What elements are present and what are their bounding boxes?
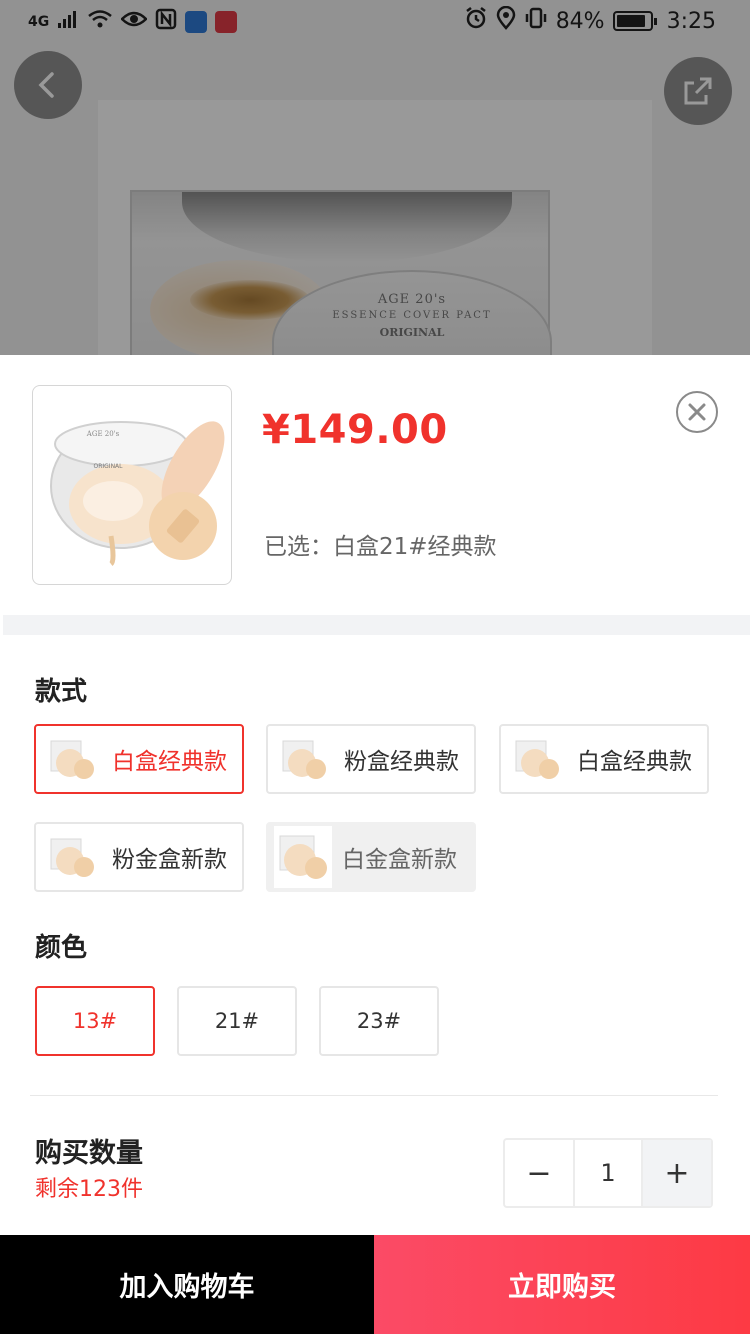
style-option-label: 白金盒新款 <box>342 847 457 873</box>
decrease-quantity-button[interactable]: − <box>505 1140 575 1206</box>
color-option[interactable]: 23# <box>319 986 439 1056</box>
style-option-label: 粉盒经典款 <box>344 749 459 775</box>
style-thumbnail <box>282 737 328 781</box>
style-thumbnail <box>515 737 561 781</box>
selected-sku-text: 已选：白盒21#经典款 <box>264 534 497 560</box>
svg-text:ORIGINAL: ORIGINAL <box>93 463 123 470</box>
style-section-title: 款式 <box>35 677 88 707</box>
section-divider <box>30 1095 718 1096</box>
svg-text:AGE 20's: AGE 20's <box>86 430 120 438</box>
style-thumbnail <box>50 737 96 781</box>
style-option-label: 白盒经典款 <box>112 749 227 775</box>
increase-quantity-button[interactable]: + <box>641 1140 711 1206</box>
price: ¥149.00 <box>262 407 448 453</box>
style-thumbnail <box>274 826 332 888</box>
style-option[interactable]: 粉金盒新款 <box>34 822 244 892</box>
sku-selection-sheet: AGE 20's ORIGINAL ¥149.00 已选：白盒21#经典款 款式… <box>0 355 750 1334</box>
color-section-title: 颜色 <box>35 933 88 963</box>
style-option[interactable]: 白盒经典款 <box>499 724 709 794</box>
quantity-stepper: − 1 + <box>503 1138 713 1208</box>
minus-icon: − <box>526 1155 552 1191</box>
style-option[interactable]: 白金盒新款 <box>266 822 476 892</box>
action-bar: 加入购物车 立即购买 <box>0 1235 750 1334</box>
buy-now-button[interactable]: 立即购买 <box>374 1235 750 1334</box>
color-option[interactable]: 21# <box>177 986 297 1056</box>
product-thumbnail: AGE 20's ORIGINAL <box>32 385 232 585</box>
close-circle-icon <box>688 403 706 421</box>
stock-remaining: 剩余123件 <box>35 1177 143 1202</box>
add-to-cart-button[interactable]: 加入购物车 <box>0 1235 374 1334</box>
modal-backdrop[interactable] <box>0 0 750 355</box>
quantity-title: 购买数量 <box>35 1138 143 1169</box>
style-option[interactable]: 粉盒经典款 <box>266 724 476 794</box>
plus-icon: + <box>664 1155 690 1191</box>
style-option-label: 白盒经典款 <box>577 749 692 775</box>
style-option[interactable]: 白盒经典款 <box>34 724 244 794</box>
close-button[interactable] <box>676 391 718 433</box>
color-option[interactable]: 13# <box>35 986 155 1056</box>
style-option-label: 粉金盒新款 <box>112 847 227 873</box>
section-divider <box>3 615 750 635</box>
quantity-input[interactable]: 1 <box>575 1140 641 1206</box>
style-thumbnail <box>50 835 96 879</box>
